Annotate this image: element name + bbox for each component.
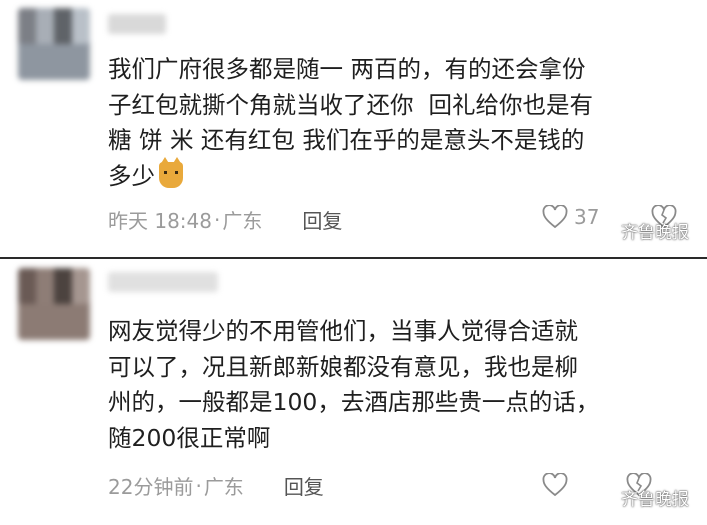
avatar[interactable]	[18, 268, 90, 340]
comment-location: 广东	[203, 475, 244, 499]
comment-text: 网友觉得少的不用管他们，当事人觉得合适就 可以了，况且新郎新娘都没有意见，我也是…	[108, 317, 600, 452]
watermark-text: 齐鲁晚报	[621, 223, 689, 243]
comment-location: 广东	[222, 209, 263, 233]
heart-icon[interactable]	[542, 205, 568, 229]
meta-separator: ·	[195, 473, 202, 498]
watermark-text: 齐鲁晚报	[621, 490, 689, 510]
comment-time: 22分钟前	[108, 475, 194, 499]
watermark: 齐鲁晚报	[593, 485, 689, 510]
comment-meta: 22分钟前 · 广东 回复	[108, 471, 324, 500]
avatar[interactable]	[18, 8, 90, 80]
cat-emoji-icon	[159, 156, 183, 188]
comment-time: 昨天 18:48	[108, 209, 212, 233]
reply-button[interactable]: 回复	[284, 471, 324, 500]
username-blurred[interactable]	[108, 14, 166, 34]
comment-meta: 昨天 18:48 · 广东 回复	[108, 205, 342, 234]
watermark: 齐鲁晚报	[593, 218, 689, 243]
comment-item: 我们广府很多都是随一 两百的，有的还会拿份 子红包就撕个角就当收了还你 回礼给你…	[0, 0, 707, 255]
comment-text: 我们广府很多都是随一 两百的，有的还会拿份 子红包就撕个角就当收了还你 回礼给你…	[108, 52, 688, 194]
reply-button[interactable]: 回复	[302, 205, 342, 234]
username-blurred[interactable]	[108, 272, 218, 292]
wechat-icon	[593, 489, 615, 505]
wechat-icon	[593, 222, 615, 238]
comment-item: 网友觉得少的不用管他们，当事人觉得合适就 可以了，况且新郎新娘都没有意见，我也是…	[0, 262, 707, 525]
meta-separator: ·	[214, 207, 221, 232]
heart-icon[interactable]	[542, 473, 568, 497]
divider	[0, 257, 707, 259]
